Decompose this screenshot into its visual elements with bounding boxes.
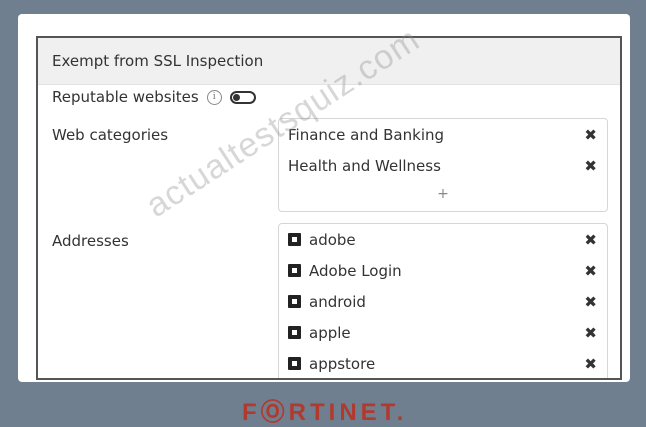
category-label: Health and Wellness — [288, 156, 441, 175]
category-item: Finance and Banking ✖ — [279, 119, 607, 150]
address-item: appstore ✖ — [279, 348, 607, 378]
add-category-button[interactable]: + — [279, 181, 607, 207]
remove-icon[interactable]: ✖ — [584, 262, 597, 280]
address-label: apple — [309, 323, 351, 342]
remove-icon[interactable]: ✖ — [584, 157, 597, 175]
address-object-icon — [288, 357, 301, 370]
address-item: Adobe Login ✖ — [279, 255, 607, 286]
reputable-websites-toggle[interactable] — [229, 90, 256, 104]
ssl-exempt-panel: Exempt from SSL Inspection Reputable web… — [36, 36, 622, 380]
address-item: apple ✖ — [279, 317, 607, 348]
address-label: appstore — [309, 354, 376, 373]
address-item: android ✖ — [279, 286, 607, 317]
address-label: android — [309, 292, 366, 311]
web-categories-label: Web categories — [52, 126, 169, 144]
addresses-label: Addresses — [52, 232, 129, 250]
info-icon[interactable]: i — [206, 89, 222, 105]
remove-icon[interactable]: ✖ — [584, 293, 597, 311]
remove-icon[interactable]: ✖ — [584, 231, 597, 249]
address-object-icon — [288, 264, 301, 277]
remove-icon[interactable]: ✖ — [584, 126, 597, 144]
category-label: Finance and Banking — [288, 125, 445, 144]
remove-icon[interactable]: ✖ — [584, 355, 597, 373]
addresses-list: adobe ✖ Adobe Login ✖ android ✖ apple ✖ … — [278, 223, 608, 378]
fortinet-logo: FⓄRTINET. — [242, 399, 408, 426]
toggle-knob — [232, 93, 240, 101]
category-item: Health and Wellness ✖ — [279, 150, 607, 181]
address-label: Adobe Login — [309, 261, 402, 280]
reputable-websites-label: Reputable websites — [52, 88, 199, 106]
panel-title: Exempt from SSL Inspection — [38, 38, 620, 85]
reputable-websites-row: Reputable websites i — [52, 88, 256, 106]
web-categories-list: Finance and Banking ✖ Health and Wellnes… — [278, 118, 608, 212]
address-object-icon — [288, 233, 301, 246]
address-item: adobe ✖ — [279, 224, 607, 255]
address-object-icon — [288, 295, 301, 308]
address-object-icon — [288, 326, 301, 339]
remove-icon[interactable]: ✖ — [584, 324, 597, 342]
address-label: adobe — [309, 230, 356, 249]
